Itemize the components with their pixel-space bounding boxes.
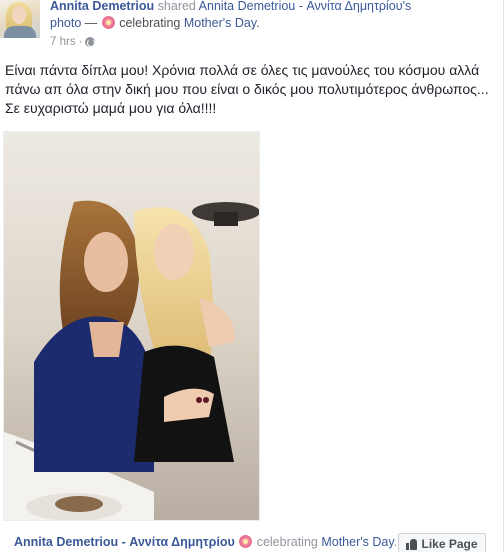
period-text: . (256, 16, 260, 30)
meta-separator: · (78, 36, 83, 48)
footer-event-link[interactable]: Mother's Day (321, 535, 393, 549)
thumb-icon (406, 538, 418, 550)
post-meta: 7 hrs · (50, 35, 96, 49)
flower-icon (101, 16, 115, 29)
facebook-post: Annita Demetriou shared Annita Demetriou… (0, 0, 504, 552)
photo-illustration (4, 132, 259, 520)
footer-period: . (393, 535, 398, 549)
author-name-link[interactable]: Annita Demetriou (50, 0, 154, 13)
like-page-label: Like Page (421, 537, 478, 551)
dash-text: — (81, 16, 101, 30)
avatar-face (12, 6, 26, 24)
celebrating-text: celebrating (115, 16, 184, 30)
flower-icon (239, 535, 253, 548)
shared-from-link[interactable]: Annita Demetriou - Αννίτα Δημητρίου's (199, 0, 412, 13)
post-text: Είναι πάντα δίπλα μου! Χρόνια πολλά σε ό… (5, 62, 489, 116)
page-footer: Annita Demetriou - Αννίτα Δημητρίου cele… (14, 535, 397, 549)
footer-page-link[interactable]: Annita Demetriou - Αννίτα Δημητρίου (14, 535, 235, 549)
photo-link[interactable]: photo (50, 16, 81, 30)
timestamp-link[interactable]: 7 hrs (50, 35, 76, 49)
avatar-body (4, 26, 36, 38)
globe-icon[interactable] (85, 37, 96, 47)
avatar[interactable] (0, 0, 40, 38)
event-link[interactable]: Mother's Day (184, 16, 256, 30)
footer-celebrating-text: celebrating (253, 535, 322, 549)
post-photo[interactable] (3, 131, 260, 521)
post-header: Annita Demetriou shared Annita Demetriou… (50, 0, 500, 15)
post-header-line-2: photo — celebrating Mother's Day. (50, 15, 260, 32)
like-page-button[interactable]: Like Page (398, 533, 486, 552)
shared-text: shared (154, 0, 199, 13)
